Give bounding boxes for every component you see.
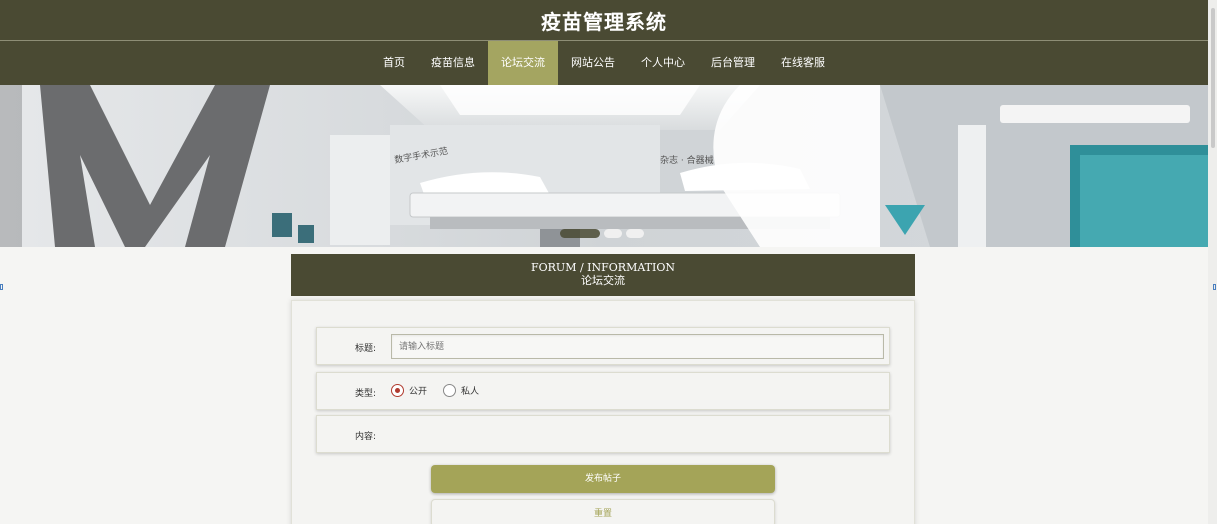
type-row: 类型: 公开 私人 [316, 372, 890, 410]
type-option-private-label: 私人 [461, 387, 480, 397]
banner-image: 数字手术示范 杂志 · 合器械 [0, 85, 1208, 247]
window-edge-marker-left [0, 284, 3, 290]
content-row[interactable]: 内容: [316, 415, 890, 453]
title-input[interactable] [391, 334, 884, 359]
publish-post-button[interactable]: 发布帖子 [431, 465, 775, 493]
svg-text:杂志 · 合器械: 杂志 · 合器械 [660, 154, 714, 166]
section-title-cn: 论坛交流 [581, 274, 625, 287]
nav-item-admin[interactable]: 后台管理 [698, 41, 768, 85]
post-form: 标题: 类型: 公开 私人 内容: 发布帖子 重置 [291, 300, 915, 524]
carousel-dot-1[interactable] [560, 229, 600, 238]
radio-checked-icon[interactable] [391, 384, 404, 397]
title-row: 标题: [316, 327, 890, 365]
nav-item-customer-service[interactable]: 在线客服 [768, 41, 838, 85]
reset-button[interactable]: 重置 [431, 499, 775, 524]
type-option-public-label: 公开 [409, 387, 428, 397]
scrollbar-thumb[interactable] [1211, 8, 1215, 148]
section-title-bar: FORUM / INFORMATION 论坛交流 [291, 254, 915, 296]
nav-item-personal-center[interactable]: 个人中心 [628, 41, 698, 85]
type-label: 类型: [355, 389, 377, 399]
nav-item-forum[interactable]: 论坛交流 [488, 41, 558, 85]
site-title: 疫苗管理系统 [541, 10, 667, 34]
section-title-en: FORUM / INFORMATION [531, 261, 675, 274]
banner-carousel: 数字手术示范 杂志 · 合器械 [0, 85, 1208, 247]
title-label: 标题: [355, 344, 377, 354]
nav-item-announcements[interactable]: 网站公告 [558, 41, 628, 85]
radio-unchecked-icon[interactable] [443, 384, 456, 397]
type-option-private[interactable]: 私人 [443, 384, 479, 397]
page: 疫苗管理系统 首页 疫苗信息 论坛交流 网站公告 个人中心 后台管理 在线客服 [0, 0, 1217, 524]
content-label: 内容: [355, 432, 377, 442]
header: 疫苗管理系统 首页 疫苗信息 论坛交流 网站公告 个人中心 后台管理 在线客服 [0, 0, 1208, 85]
carousel-dot-2[interactable] [604, 229, 622, 238]
carousel-dot-3[interactable] [626, 229, 644, 238]
radio-dot [395, 388, 400, 393]
type-option-public[interactable]: 公开 [391, 384, 427, 397]
main-nav: 首页 疫苗信息 论坛交流 网站公告 个人中心 后台管理 在线客服 [0, 41, 1208, 85]
nav-item-home[interactable]: 首页 [370, 41, 418, 85]
window-edge-marker-right [1213, 284, 1216, 290]
nav-item-vaccine-info[interactable]: 疫苗信息 [418, 41, 488, 85]
